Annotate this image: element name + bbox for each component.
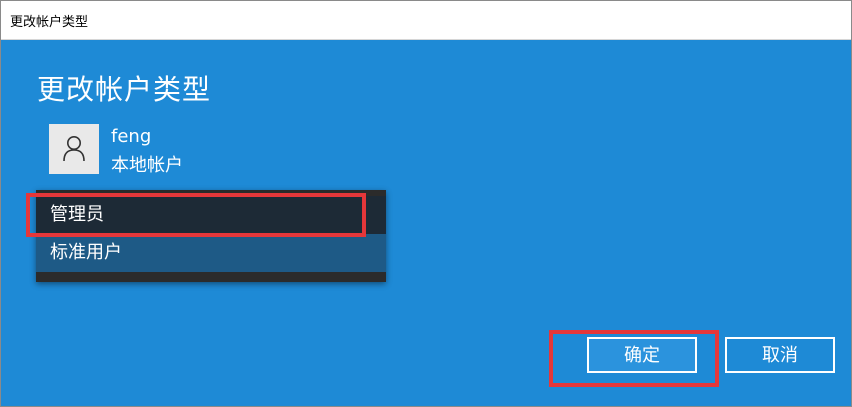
dropdown-option-administrator[interactable]: 管理员	[36, 196, 386, 234]
ok-button[interactable]: 确定	[587, 337, 697, 373]
account-type-dropdown[interactable]: 管理员 标准用户	[36, 190, 386, 282]
page-title: 更改帐户类型	[37, 73, 212, 106]
user-account-type: 本地帐户	[111, 155, 183, 176]
dialog-content: 更改帐户类型 feng 本地帐户 管理员 标准用户 确定 取消	[1, 40, 851, 406]
dropdown-option-standard-user[interactable]: 标准用户	[36, 234, 386, 272]
cancel-button[interactable]: 取消	[725, 337, 835, 373]
user-name: feng	[111, 126, 152, 147]
change-account-type-window: 更改帐户类型 更改帐户类型 feng 本地帐户 管理员 标准用户 确定 取消	[0, 0, 852, 407]
window-title: 更改帐户类型	[10, 15, 89, 30]
title-bar: 更改帐户类型	[1, 1, 851, 40]
person-icon	[49, 124, 99, 174]
